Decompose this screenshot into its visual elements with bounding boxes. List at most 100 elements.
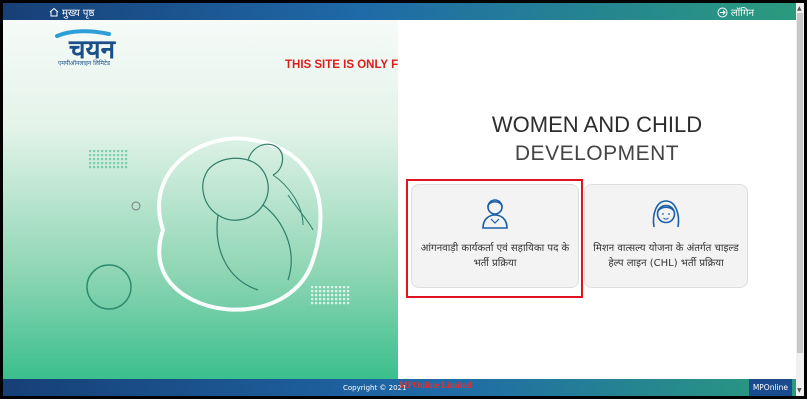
scroll-down-arrow-icon[interactable]: ▼ (797, 387, 802, 394)
decor-dot (105, 166, 108, 169)
decor-dot (347, 286, 350, 289)
decor-dot (125, 162, 128, 165)
decor-dot (335, 302, 338, 305)
decor-dot (343, 294, 346, 297)
browser-frame: मुख्य पृष्ठ लॉगिन चयन एमपीऑनलाइन लिमिटेड… (3, 3, 796, 396)
decor-dot (347, 302, 350, 305)
decor-dot (101, 158, 104, 161)
decor-dot (327, 286, 330, 289)
decor-dot (97, 150, 100, 153)
decor-dot (311, 294, 314, 297)
decor-dot (311, 302, 314, 305)
login-label: लॉगिन (730, 8, 754, 19)
home-label: मुख्य पृष्ठ (62, 8, 95, 19)
decor-dot (93, 158, 96, 161)
decor-dot (117, 158, 120, 161)
decor-dot (347, 298, 350, 301)
decor-dot (105, 154, 108, 157)
decor-dot (339, 290, 342, 293)
decor-dot (109, 150, 112, 153)
decor-dot (97, 162, 100, 165)
scrollbar-thumb[interactable] (797, 13, 803, 353)
decor-dot (347, 290, 350, 293)
decor-dot (311, 290, 314, 293)
decor-dot (327, 290, 330, 293)
decor-dot (331, 302, 334, 305)
decor-dot (339, 302, 342, 305)
footer: Copyright © 2021 MPOnline Limited MPOnli… (3, 379, 796, 396)
decor-dot (113, 150, 116, 153)
decor-dot (89, 158, 92, 161)
decor-dot (331, 290, 334, 293)
decor-dot (89, 154, 92, 157)
decor-dot (121, 154, 124, 157)
decor-dot (315, 298, 318, 301)
decor-dot (101, 150, 104, 153)
decor-dot (93, 162, 96, 165)
decor-dot (117, 154, 120, 157)
decor-dot (109, 166, 112, 169)
decor-dot (105, 162, 108, 165)
decor-dot (93, 166, 96, 169)
decor-dot (101, 162, 104, 165)
decor-dot (347, 294, 350, 297)
decor-dot (339, 298, 342, 301)
decor-dot (97, 158, 100, 161)
decor-dot (89, 150, 92, 153)
decor-dot (121, 150, 124, 153)
decor-dot (323, 298, 326, 301)
decor-dot (335, 298, 338, 301)
decor-dot (121, 158, 124, 161)
decor-dot (97, 154, 100, 157)
decor-dot (315, 302, 318, 305)
logo-subtext: एमपीऑनलाइन लिमिटेड (58, 60, 111, 67)
decor-dot (121, 162, 124, 165)
decor-dot (113, 158, 116, 161)
page-title-line1: WOMEN AND CHILD (491, 112, 703, 137)
vertical-scrollbar[interactable]: ▲ ▼ (796, 3, 804, 396)
decor-dot (319, 290, 322, 293)
decor-dot (331, 298, 334, 301)
decor-dot (335, 294, 338, 297)
decor-dot (335, 290, 338, 293)
card-child-helpline-recruitment[interactable]: मिशन वात्सल्य योजना के अंतर्गत चाइल्ड हे… (584, 184, 748, 288)
decor-dot (117, 162, 120, 165)
decor-dot (101, 166, 104, 169)
decor-dot (97, 166, 100, 169)
decor-dot (319, 294, 322, 297)
decor-dot (109, 162, 112, 165)
decor-dot (117, 166, 120, 169)
decor-dot (311, 286, 314, 289)
copyright-text: Copyright © 2021 (343, 384, 407, 392)
decor-dot (93, 150, 96, 153)
decor-dot (125, 154, 128, 157)
decor-dot (113, 166, 116, 169)
card-anganwadi-recruitment[interactable]: आंगनवाड़ी कार्यकर्ता एवं सहायिका पद के भ… (411, 184, 579, 288)
decor-dot (319, 286, 322, 289)
scroll-up-arrow-icon[interactable]: ▲ (797, 5, 802, 12)
mponline-footer-logo: MPOnline Limited (399, 380, 472, 390)
hero-illustration-panel (3, 20, 398, 379)
decor-dot (343, 286, 346, 289)
decor-dot (323, 302, 326, 305)
child-girl-icon (652, 200, 680, 228)
decor-dot (109, 158, 112, 161)
decor-dot (331, 294, 334, 297)
card-label: मिशन वात्सल्य योजना के अंतर्गत चाइल्ड हे… (593, 243, 739, 269)
decor-dot (125, 158, 128, 161)
top-navbar: मुख्य पृष्ठ लॉगिन (3, 3, 796, 20)
decor-dot (105, 158, 108, 161)
decor-dot (89, 162, 92, 165)
decor-dot (93, 154, 96, 157)
login-link[interactable]: लॉगिन (717, 5, 754, 19)
decor-dot (335, 286, 338, 289)
decor-dot (343, 290, 346, 293)
decor-dot (319, 302, 322, 305)
decor-dot (89, 166, 92, 169)
decor-dot (311, 298, 314, 301)
decor-dot (125, 150, 128, 153)
decor-dot (315, 286, 318, 289)
decor-dot (327, 294, 330, 297)
decor-dot (105, 150, 108, 153)
home-link[interactable]: मुख्य पृष्ठ (49, 5, 94, 19)
